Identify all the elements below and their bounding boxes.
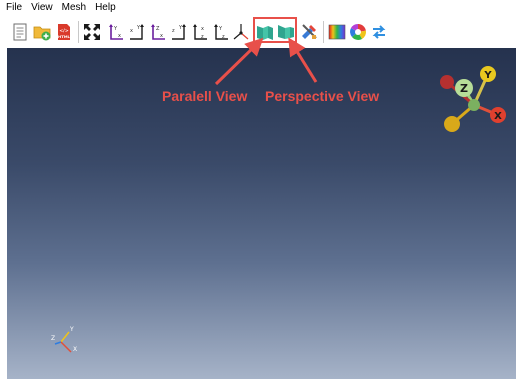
svg-text:z: z: [201, 34, 204, 40]
menu-mesh[interactable]: Mesh: [62, 0, 86, 16]
view-xy-icon[interactable]: x Y: [128, 23, 146, 41]
gizmo-neg-y-icon[interactable]: [444, 116, 460, 132]
orientation-gizmo[interactable]: Z Y X: [437, 62, 507, 134]
corner-axes-triad: Y Z X: [51, 326, 77, 353]
gizmo-origin-icon: [468, 99, 480, 111]
swap-icon[interactable]: [370, 23, 388, 41]
toolbar-separator: [78, 21, 79, 43]
view-z-up-icon[interactable]: Z x: [149, 23, 167, 41]
svg-text:x: x: [160, 33, 163, 39]
svg-text:x: x: [130, 28, 133, 34]
color-spectrum-icon[interactable]: [328, 23, 346, 41]
view-yz-icon[interactable]: Y z: [212, 23, 230, 41]
gizmo-neg-x-icon[interactable]: [440, 75, 454, 89]
parallel-view-label: Paralell View: [162, 88, 248, 104]
svg-text:HTML: HTML: [58, 34, 71, 39]
settings-tools-icon[interactable]: [300, 23, 318, 41]
perspective-view-label: Perspective View: [265, 88, 380, 104]
menu-file[interactable]: File: [6, 0, 22, 16]
svg-text:Y: Y: [136, 25, 141, 31]
svg-text:x: x: [201, 26, 204, 32]
view-zx-icon[interactable]: x z: [191, 23, 209, 41]
svg-text:Y: Y: [178, 25, 183, 31]
isometric-axes-icon[interactable]: [232, 23, 250, 41]
menu-bar: File View Mesh Help: [0, 0, 516, 16]
export-html-icon[interactable]: </> HTML: [55, 23, 73, 41]
menu-view[interactable]: View: [31, 0, 53, 16]
corner-z-label: Z: [51, 335, 55, 342]
open-folder-icon[interactable]: [33, 23, 51, 41]
gizmo-x-label: X: [494, 111, 502, 122]
annotation-highlight-box: [253, 17, 297, 43]
gizmo-y-label: Y: [483, 70, 492, 81]
svg-text:x: x: [118, 33, 121, 39]
new-document-icon[interactable]: [11, 23, 29, 41]
fit-view-icon[interactable]: [83, 23, 101, 41]
view-y-up-icon[interactable]: Y x: [107, 23, 125, 41]
svg-text:Y: Y: [218, 26, 223, 32]
toolbar-separator-2: [323, 21, 324, 43]
corner-y-label: Y: [69, 326, 74, 333]
view-zy-icon[interactable]: z Y: [170, 23, 188, 41]
3d-viewport[interactable]: Z Y X Y Z X: [7, 48, 516, 379]
menu-help[interactable]: Help: [95, 0, 116, 16]
svg-text:z: z: [222, 34, 225, 40]
svg-text:Y: Y: [113, 26, 118, 32]
svg-text:z: z: [172, 28, 175, 34]
svg-text:Z: Z: [156, 26, 160, 32]
color-wheel-icon[interactable]: [349, 23, 367, 41]
gizmo-z-label: Z: [460, 82, 468, 95]
corner-x-label: X: [73, 346, 77, 353]
